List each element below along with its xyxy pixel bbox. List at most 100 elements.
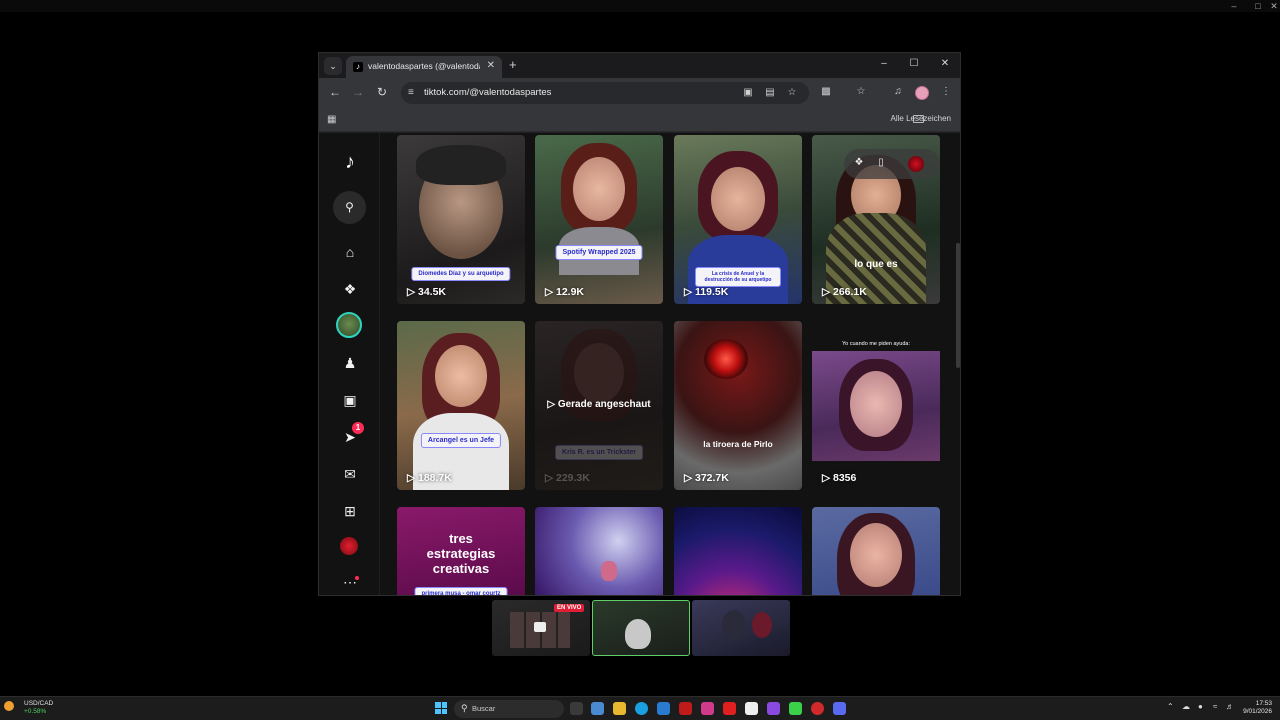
video-card[interactable]: tres estrategias creativas primera musa … [397,507,525,595]
bookmarks-bar: ▦ Alle Lesezeichen [319,108,960,132]
close-icon[interactable]: ✕ [1268,0,1280,12]
following-avatar[interactable] [336,312,362,338]
thumbnail-face [435,345,487,407]
profile-avatar-small[interactable] [340,537,358,555]
minimize-window-icon[interactable]: – [877,58,891,69]
video-caption: Spotify Wrapped 2025 [555,245,643,260]
tiktok-logo-icon[interactable]: ♪ [339,151,361,173]
reload-button[interactable]: ↻ [374,85,390,99]
kick-icon[interactable] [789,702,802,715]
minimize-icon[interactable]: – [1228,0,1240,12]
explore-compass-icon[interactable]: ❖ [341,280,359,298]
tiktok-favicon-icon: ♪ [353,62,363,72]
video-caption: lo que es [854,259,898,270]
video-card[interactable]: ▷ Gerade angeschaut Kris R. es un Tricks… [535,321,663,490]
video-card[interactable]: Arcangel es un Jefe ▷ 188.7K [397,321,525,490]
video-card[interactable] [812,507,940,595]
back-button[interactable]: ← [327,85,343,99]
cast-icon[interactable]: ▣ [741,87,755,98]
tab-search-button[interactable]: ⌄ [324,57,342,75]
video-subcaption: primera musa - omar courtz [414,587,508,595]
stream-scene-thumbnails [0,598,1280,658]
watched-overlay: ▷ Gerade angeschaut [547,399,651,410]
close-window-icon[interactable]: ✕ [938,58,952,69]
discord-icon[interactable] [833,702,846,715]
microphone-icon[interactable]: ● [1198,702,1203,711]
site-info-icon[interactable]: ≡ [408,87,414,98]
forward-button[interactable]: → [350,85,366,99]
scene-thumbnail-camera[interactable] [592,600,690,656]
menu-kebab-icon[interactable]: ⋮ [939,86,953,97]
maximize-icon[interactable]: □ [1252,0,1264,12]
scene-thumbnail-chat[interactable] [692,600,790,656]
store-icon[interactable] [657,702,670,715]
copilot-icon[interactable] [591,702,604,715]
twitch-icon[interactable] [767,702,780,715]
view-count: ▷ 34.5K [407,286,447,298]
upload-plus-icon[interactable]: ⊞ [341,502,359,520]
new-tab-button[interactable]: + [509,57,517,72]
scene-person [722,610,746,640]
bookmark-star-icon[interactable]: ☆ [785,87,799,98]
browser-window: ⌄ ♪ valentodaspartes (@valentoda ✕ + – ☐… [318,52,961,596]
thumbnail-face [711,167,765,231]
extensions-icon[interactable]: ▩ [819,86,833,97]
video-card[interactable]: Yo cuando me piden ayuda: ▷ 8356 [812,321,940,490]
stock-widget[interactable]: USD/CAD +0.58% [24,700,53,716]
profile-avatar[interactable] [915,86,929,100]
compass-icon[interactable]: ❖ [852,157,866,168]
translate-icon[interactable]: ▤ [763,87,777,98]
video-caption: Yo cuando me piden ayuda: [842,341,910,347]
netflix-icon[interactable] [679,702,692,715]
tray-chevron-icon[interactable]: ⌃ [1167,702,1174,711]
obs-icon[interactable] [811,702,824,715]
phone-icon[interactable]: ▯ [874,157,888,168]
view-count: ▷ 188.7K [407,472,452,484]
video-caption: Kris R. es un Trickster [555,445,643,460]
video-card[interactable] [674,507,802,595]
view-count: ▷ 266.1K [822,286,867,298]
tab-close-icon[interactable]: ✕ [487,60,495,71]
browser-toolbar: ← → ↻ ≡ tiktok.com/@valentodaspartes ▣ ▤… [319,78,960,108]
wifi-icon[interactable]: ≈ [1213,702,1217,711]
live-tv-icon[interactable]: ▣ [341,391,359,409]
video-card[interactable]: Diomedes Díaz y su arquetipo ▷ 34.5K [397,135,525,304]
amazon-icon[interactable] [745,702,758,715]
video-card[interactable]: la tiroera de Pirlo ▷ 372.7K [674,321,802,490]
windows-start-icon[interactable] [435,702,447,714]
tab-tiktok-profile[interactable]: ♪ valentodaspartes (@valentoda ✕ [346,56,502,78]
thumbnail-performer [601,561,617,581]
video-caption: la tiroera de Pirlo [703,439,773,449]
thumbnail-face [850,523,902,587]
clock-date: 9/01/2026 [1243,708,1272,715]
all-bookmarks-link[interactable]: Alle Lesezeichen [891,114,951,123]
address-bar[interactable]: ≡ tiktok.com/@valentodaspartes ▣ ▤ ☆ [401,82,809,104]
video-card[interactable] [535,507,663,595]
onedrive-icon[interactable]: ☁ [1182,702,1190,711]
notification-badge: 1 [352,422,364,434]
floating-avatar[interactable] [908,156,924,172]
page-scrollbar[interactable] [956,243,960,368]
taskbar-clock[interactable]: 17:53 9/01/2026 [1242,700,1272,716]
tab-title: valentodaspartes (@valentoda [368,61,480,71]
file-explorer-icon[interactable] [613,702,626,715]
youtube-icon[interactable] [723,702,736,715]
search-button[interactable]: ⚲ [333,191,366,224]
tab-strip: ⌄ ♪ valentodaspartes (@valentoda ✕ + – ☐… [319,53,960,78]
home-icon[interactable]: ⌂ [341,243,359,261]
inbox-icon[interactable]: ✉ [341,465,359,483]
media-controls-icon[interactable]: ♫ [891,86,905,97]
taskbar-search[interactable]: ⚲ Buscar [454,700,564,718]
task-view-icon[interactable] [570,702,583,715]
video-card[interactable]: Spotify Wrapped 2025 ▷ 12.9K [535,135,663,304]
maximize-window-icon[interactable]: ☐ [907,58,921,69]
search-placeholder: Buscar [472,704,496,713]
friends-icon[interactable]: ♟ [341,354,359,372]
edge-icon[interactable] [635,702,648,715]
video-card[interactable]: La crisis de Anuel y la destrucción de s… [674,135,802,304]
instagram-icon[interactable] [701,702,714,715]
volume-icon[interactable]: ♬ [1226,702,1234,711]
reading-list-icon[interactable]: ☆ [854,86,868,97]
apps-grid-icon[interactable]: ▦ [327,114,336,125]
search-icon: ⚲ [461,703,468,713]
